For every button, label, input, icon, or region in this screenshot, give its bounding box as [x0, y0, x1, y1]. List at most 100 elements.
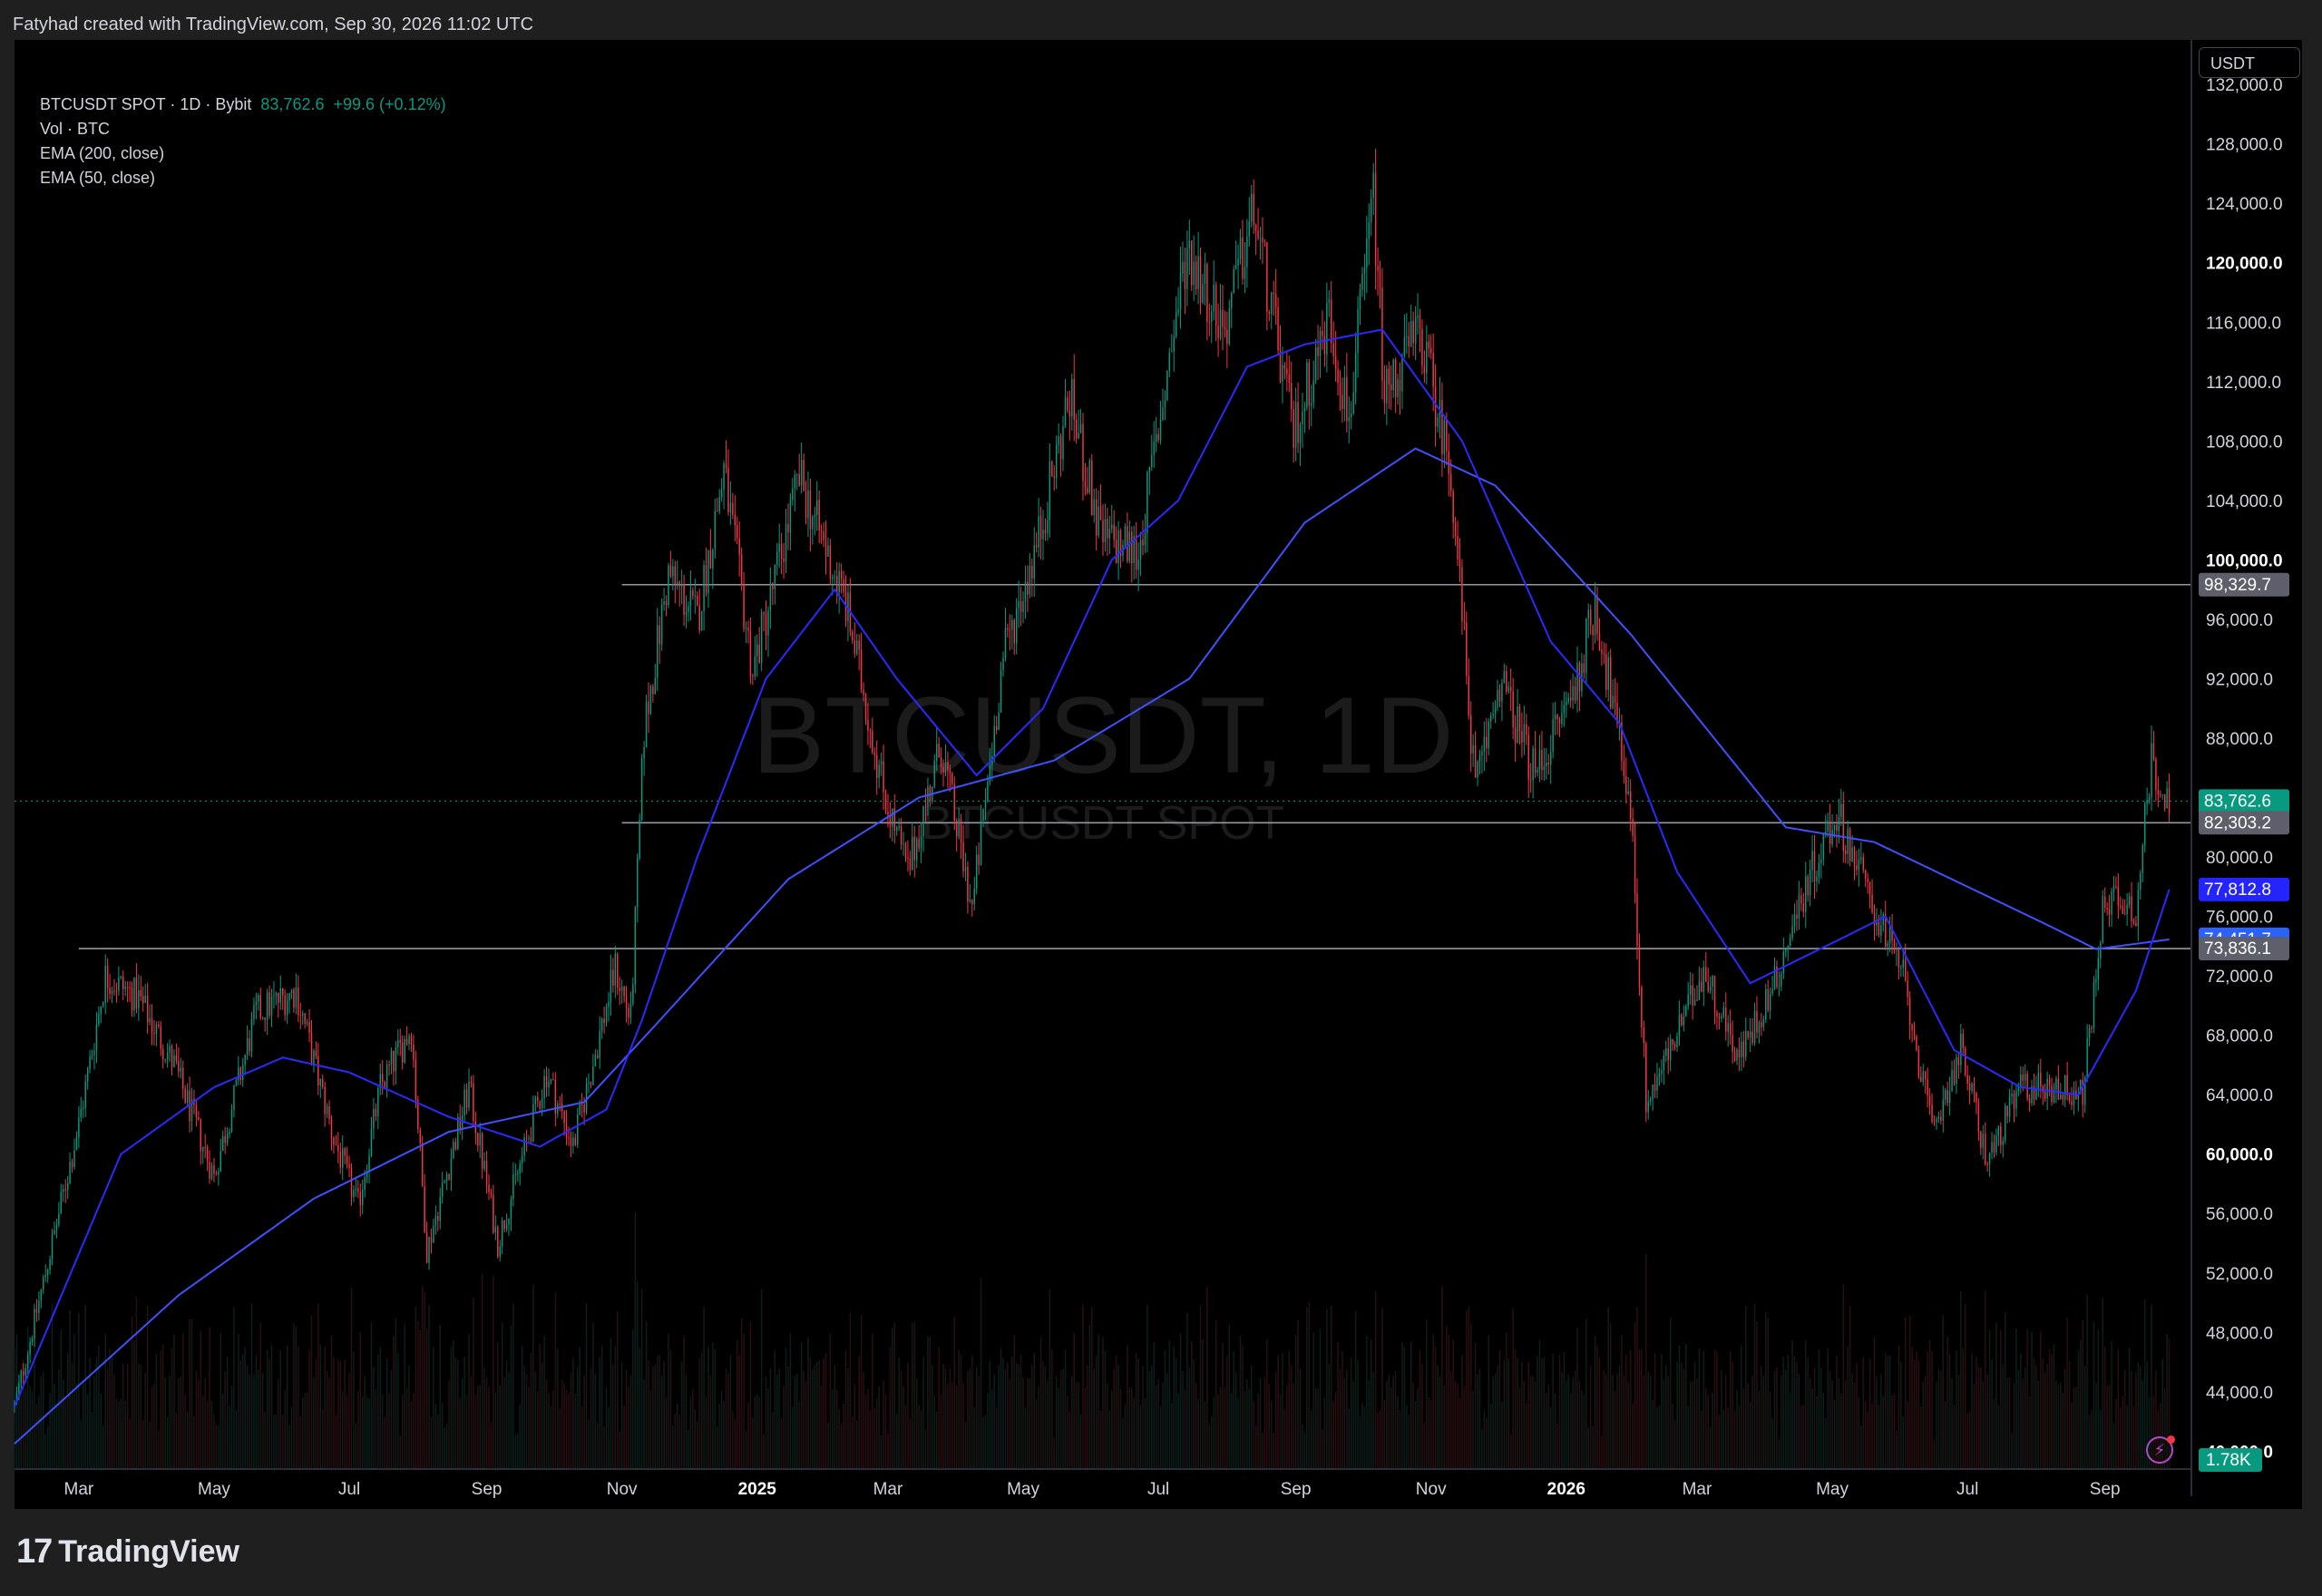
candle-body — [1253, 193, 1254, 225]
candle-body — [1629, 791, 1632, 819]
volume-bar — [430, 1416, 433, 1469]
price-axis[interactable]: 132,000.0128,000.0124,000.0120,000.0116,… — [2190, 40, 2283, 1496]
candle-body — [1833, 824, 1836, 830]
candle-body — [1004, 628, 1007, 658]
candle-body — [2028, 1098, 2031, 1104]
volume-bar — [834, 1365, 836, 1469]
volume-bar — [1257, 1393, 1259, 1469]
volume-bar — [162, 1344, 164, 1469]
volume-bar — [756, 1394, 758, 1469]
candle-body — [697, 595, 698, 606]
volume-bar — [31, 1391, 34, 1469]
candle-body — [2066, 1075, 2068, 1095]
candle-body — [740, 554, 743, 584]
candle-body — [1778, 986, 1781, 988]
candle-body — [987, 781, 989, 802]
currency-selector[interactable]: USDT — [2199, 47, 2300, 78]
volume-bar — [1133, 1397, 1135, 1469]
candle-body — [657, 625, 659, 678]
volume-bar — [95, 1357, 98, 1469]
candle-body — [1673, 1044, 1676, 1047]
volume-bar — [1022, 1377, 1024, 1469]
volume-bar — [1840, 1394, 1842, 1469]
candle-body — [1437, 417, 1439, 427]
volume-bar — [202, 1396, 204, 1469]
volume-bar — [1916, 1351, 1917, 1469]
volume-bar — [1099, 1410, 1102, 1469]
volume-bar — [215, 1424, 218, 1469]
candle-body — [313, 1050, 315, 1065]
candle-body — [1957, 1056, 1960, 1066]
candle-body — [654, 677, 657, 695]
candle-body — [1685, 1006, 1687, 1017]
volume-bar — [1845, 1380, 1847, 1469]
volume-bar — [1352, 1381, 1354, 1469]
volume-bar — [428, 1305, 430, 1469]
candle-body — [1692, 985, 1693, 1006]
candle-body — [1286, 368, 1288, 375]
candle-body — [541, 1098, 543, 1109]
candle-body — [1893, 940, 1896, 951]
volume-bar — [552, 1390, 554, 1469]
volume-bar — [1027, 1377, 1029, 1469]
candle-body — [756, 644, 758, 657]
volume-bar — [577, 1367, 579, 1469]
tradingview-logo[interactable]: ⁠17 TradingView — [16, 1533, 239, 1572]
candle-body — [1558, 719, 1561, 725]
volume-bar — [113, 1374, 115, 1469]
candle-body — [1099, 506, 1102, 521]
candle-body — [1146, 472, 1148, 533]
candle-body — [545, 1075, 548, 1088]
lightning-icon[interactable]: ⚡ — [2146, 1435, 2175, 1464]
candle-body — [1248, 220, 1251, 237]
candle-body — [503, 1220, 505, 1230]
volume-bar — [1171, 1403, 1173, 1469]
price-badge-label: 73,836.1 — [2204, 939, 2271, 959]
volume-bar — [774, 1349, 776, 1469]
candle-body — [652, 686, 654, 695]
candle-body — [1148, 467, 1151, 472]
price-tick-label: 124,000.0 — [2206, 195, 2283, 214]
candle-body — [66, 1182, 69, 1191]
price-chart[interactable]: BTCUSDT, 1DBTCUSDT SPOT 132,000.0128,000… — [0, 0, 2322, 1596]
volume-bar — [1638, 1348, 1641, 1469]
candle-body — [1144, 532, 1146, 546]
candle-body — [774, 564, 776, 589]
volume-bar — [1605, 1374, 1607, 1469]
candle-body — [26, 1354, 29, 1368]
volume-bar — [1942, 1315, 1945, 1469]
volume-bar — [1426, 1319, 1428, 1469]
volume-bar — [907, 1362, 909, 1469]
volume-bar — [357, 1391, 359, 1469]
candle-body — [1805, 876, 1807, 912]
candle-body — [1769, 993, 1771, 1011]
candle-body — [1339, 383, 1341, 395]
volume-bar — [434, 1404, 437, 1469]
candle-body — [258, 995, 259, 1002]
candle-body — [1151, 454, 1153, 468]
volume-bar — [270, 1345, 273, 1469]
candle-body — [619, 988, 620, 991]
volume-bar — [328, 1377, 330, 1469]
candle-body — [1031, 565, 1033, 579]
candle-body — [955, 820, 958, 837]
volume-bar — [563, 1383, 565, 1469]
candle-body — [377, 1087, 379, 1116]
candle-body — [1971, 1083, 1973, 1091]
volume-bar — [561, 1379, 563, 1469]
time-axis[interactable]: Mar May Jul Sep Nov 2025 Mar May Jul Sep Nov 2026 Ma… — [15, 1468, 2191, 1499]
volume-bar — [155, 1353, 158, 1469]
volume-bar — [2017, 1369, 2020, 1469]
volume-bar — [1596, 1346, 1598, 1469]
candle-body — [23, 1371, 24, 1376]
candle-body — [454, 1142, 457, 1150]
candle-body — [1920, 1076, 1922, 1083]
volume-bar — [1361, 1403, 1363, 1469]
candle-body — [1882, 913, 1885, 926]
candle-body — [592, 1066, 594, 1085]
volume-bar — [1282, 1353, 1283, 1469]
candle-body — [488, 1184, 490, 1193]
candle-body — [1589, 609, 1592, 626]
volume-bar — [1876, 1376, 1878, 1469]
volume-bar — [769, 1368, 772, 1469]
